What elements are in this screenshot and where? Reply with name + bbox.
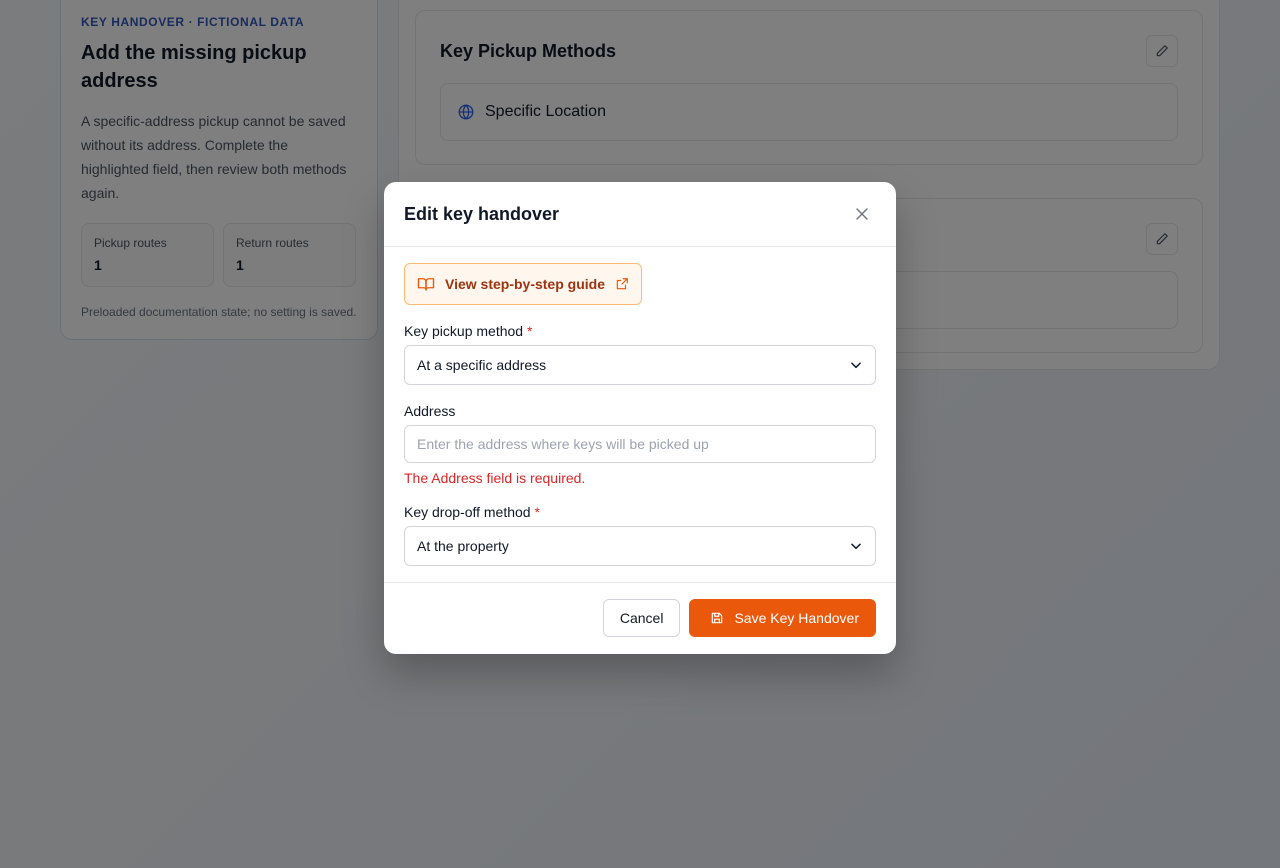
pickup-method-value: At a specific address [417,357,547,373]
pickup-method-field-label: Key pickup method * [404,323,876,339]
required-asterisk: * [534,504,540,520]
pickup-method-select[interactable]: At a specific address [404,345,876,385]
required-asterisk: * [526,323,533,339]
modal-title: Edit key handover [404,204,560,224]
edit-key-handover-dialog: Edit key handover View step-by-step guid… [384,182,896,654]
save-key-handover-button[interactable]: Save Key Handover [689,599,876,637]
save-icon [712,612,723,624]
cancel-button[interactable]: Cancel [602,599,681,637]
guide-label: View step-by-step guide [445,276,605,292]
dropoff-method-value: At the property [417,538,509,554]
address-field-label: Address [404,403,876,419]
save-label: Save Key Handover [734,610,859,626]
address-error-message: The Address field is required. [404,470,586,486]
view-guide-button[interactable]: View step-by-step guide [404,263,642,305]
dropoff-method-field-label: Key drop-off method * [404,504,876,520]
modal-body: View step-by-step guide Key pickup metho… [384,247,896,583]
external-link-icon [616,278,628,290]
close-icon [856,208,868,220]
close-button[interactable] [854,206,870,222]
dropoff-method-select[interactable]: At the property [404,526,876,566]
pickup-method-label-text: Key pickup method [404,323,524,339]
modal-header: Edit key handover [384,182,896,247]
address-input[interactable] [404,425,876,463]
chevron-down-icon [851,543,861,550]
book-open-icon [417,278,435,291]
address-label-text: Address [404,403,456,419]
chevron-down-icon [851,362,861,369]
dropoff-method-label-text: Key drop-off method [404,504,531,520]
modal-footer: Cancel Save Key Handover [384,583,896,653]
